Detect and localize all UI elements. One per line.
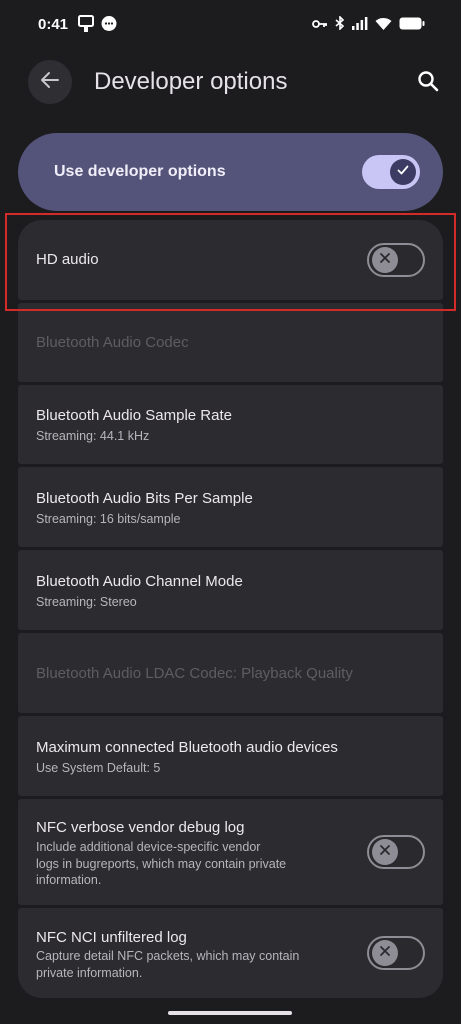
battery-icon: [399, 17, 425, 35]
nfc-nci-unfiltered-log-switch[interactable]: [367, 936, 425, 970]
bluetooth-bits-per-sample-row[interactable]: Bluetooth Audio Bits Per Sample Streamin…: [18, 467, 443, 547]
setting-summary: Include additional device-specific vendo…: [36, 840, 287, 887]
bluetooth-channel-mode-row[interactable]: Bluetooth Audio Channel Mode Streaming: …: [18, 550, 443, 630]
bluetooth-audio-codec-row: Bluetooth Audio Codec: [18, 303, 443, 382]
setting-title: Bluetooth Audio Channel Mode: [36, 573, 243, 590]
back-button[interactable]: [28, 60, 72, 104]
close-icon: [379, 944, 391, 962]
bluetooth-icon: [335, 15, 345, 35]
use-developer-options-row[interactable]: Use developer options: [18, 133, 443, 211]
chat-icon: [100, 15, 118, 38]
setting-summary: Use System Default: 5: [36, 761, 161, 775]
setting-summary: Streaming: Stereo: [36, 595, 137, 609]
check-icon: [396, 163, 410, 182]
close-icon: [379, 843, 391, 861]
search-button[interactable]: [411, 66, 445, 100]
use-developer-options-switch[interactable]: [362, 155, 420, 189]
setting-title: NFC NCI unfiltered log: [36, 929, 187, 946]
setting-summary: Capture detail NFC packets, which may co…: [36, 949, 300, 980]
home-indicator[interactable]: [168, 1011, 292, 1015]
setting-summary: Streaming: 16 bits/sample: [36, 512, 181, 526]
bluetooth-sample-rate-row[interactable]: Bluetooth Audio Sample Rate Streaming: 4…: [18, 385, 443, 464]
switch-thumb: [372, 839, 398, 865]
use-developer-options-label: Use developer options: [54, 163, 226, 180]
nfc-verbose-vendor-log-row[interactable]: NFC verbose vendor debug log Include add…: [18, 799, 443, 905]
switch-thumb: [372, 940, 398, 966]
search-icon: [417, 70, 439, 97]
max-bluetooth-devices-row[interactable]: Maximum connected Bluetooth audio device…: [18, 716, 443, 796]
setting-title: Bluetooth Audio Codec: [36, 334, 189, 351]
highlight-box: [5, 213, 456, 311]
status-time: 0:41: [38, 16, 69, 33]
cast-icon: [78, 15, 94, 38]
app-bar: Developer options: [0, 52, 461, 116]
signal-icon: [352, 16, 368, 35]
key-icon: [312, 17, 328, 35]
nfc-verbose-vendor-log-switch[interactable]: [367, 835, 425, 869]
switch-thumb: [390, 159, 416, 185]
bluetooth-ldac-quality-row: Bluetooth Audio LDAC Codec: Playback Qua…: [18, 633, 443, 713]
page-title: Developer options: [94, 68, 288, 95]
wifi-icon: [375, 17, 392, 35]
setting-summary: Streaming: 44.1 kHz: [36, 429, 150, 443]
nfc-nci-unfiltered-log-row[interactable]: NFC NCI unfiltered log Capture detail NF…: [18, 908, 443, 998]
setting-title: Bluetooth Audio LDAC Codec: Playback Qua…: [36, 665, 353, 682]
setting-title: Bluetooth Audio Bits Per Sample: [36, 490, 253, 507]
setting-title: Bluetooth Audio Sample Rate: [36, 407, 232, 424]
status-bar: 0:41: [0, 0, 461, 52]
setting-title: Maximum connected Bluetooth audio device…: [36, 739, 338, 756]
arrow-back-icon: [40, 70, 60, 95]
setting-title: NFC verbose vendor debug log: [36, 819, 245, 836]
